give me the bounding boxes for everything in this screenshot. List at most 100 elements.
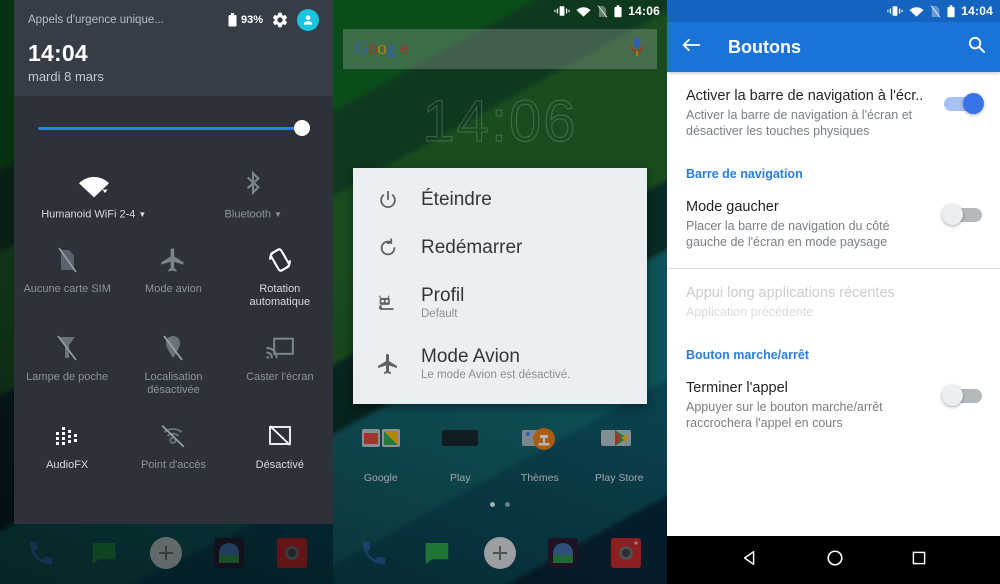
toggle-end-call[interactable] [942, 385, 984, 407]
tile-label: Mode avion [145, 283, 202, 296]
right-panel-settings: 14:04 Boutons Activer la barre de naviga… [667, 0, 1000, 584]
pref-left-handed-mode[interactable]: Mode gaucher Placer la barre de navigati… [667, 183, 1000, 264]
pref-summary: Application précédente [686, 305, 814, 319]
user-avatar-icon[interactable] [297, 9, 319, 31]
chevron-down-icon: ▼ [138, 210, 147, 219]
toggle-left-handed-mode[interactable] [942, 204, 984, 226]
tile-auto-rotate[interactable]: Rotation automatique [227, 233, 333, 321]
auto-rotate-icon [266, 243, 294, 277]
app-bar: Boutons [667, 22, 1000, 72]
category-power-button: Bouton marche/arrêt [686, 348, 809, 362]
pref-long-press-recents: Appui long applications récentes Applica… [667, 269, 1000, 334]
wifi-icon [909, 5, 924, 17]
tile-flashlight[interactable]: Lampe de poche [14, 321, 120, 409]
tile-wifi[interactable]: Humanoid WiFi 2-4 ▼ [14, 158, 174, 233]
tile-label: Désactivé [255, 459, 304, 472]
quick-settings-tiles: Humanoid WiFi 2-4 ▼ Bluetooth ▼ Aucune c… [14, 154, 333, 484]
tile-cast[interactable]: Caster l'écran [227, 321, 333, 409]
nav-back-icon[interactable] [741, 549, 759, 572]
page-title: Boutons [728, 36, 801, 57]
item-title: Mode Avion [421, 346, 520, 367]
tile-label: AudioFX [46, 459, 89, 472]
status-bar: 14:06 [333, 0, 667, 22]
sync-off-icon [267, 419, 293, 453]
pref-end-call[interactable]: Terminer l'appel Appuyer sur le bouton m… [667, 364, 1000, 445]
bluetooth-icon [240, 168, 266, 202]
power-menu-item-profile[interactable]: Profil Default [353, 272, 647, 333]
location-off-icon [161, 331, 185, 365]
wifi-icon [78, 168, 110, 202]
no-sim-icon [55, 243, 79, 277]
tile-label: Caster l'écran [246, 371, 314, 384]
brightness-slider[interactable] [38, 120, 310, 136]
tile-audiofx[interactable]: AudioFX [14, 409, 120, 484]
switch-knob [942, 385, 963, 406]
tile-bluetooth[interactable]: Bluetooth ▼ [174, 158, 334, 233]
toggle-enable-navbar[interactable] [942, 93, 984, 115]
power-menu-dialog: Éteindre Redémarrer Profil Default Mode … [353, 168, 647, 404]
shade-date: mardi 8 mars [28, 69, 104, 84]
slider-thumb[interactable] [294, 120, 310, 136]
cyanogenmod-icon [375, 292, 401, 314]
tile-airplane[interactable]: Mode avion [120, 233, 226, 321]
restart-icon [375, 237, 401, 259]
back-arrow-icon[interactable] [681, 36, 702, 59]
tile-label: Point d'accès [140, 459, 207, 472]
flashlight-off-icon [56, 331, 78, 365]
shade-header: Appels d'urgence unique... 93% 14:04 mar… [14, 0, 333, 96]
pref-title: Terminer l'appel [686, 380, 788, 396]
no-sim-icon [597, 4, 608, 18]
tile-label: Localisation désactivée [144, 371, 203, 397]
battery-percent: 93% [240, 14, 263, 26]
tile-row: AudioFX Point d'accès Désactivé [14, 409, 333, 484]
tile-label: Bluetooth ▼ [224, 208, 282, 221]
left-panel-quick-settings: Appels d'urgence unique... 93% 14:04 mar… [0, 0, 333, 584]
tile-row: Lampe de poche Localisation désactivée C… [14, 321, 333, 409]
tile-location[interactable]: Localisation désactivée [120, 321, 226, 409]
carrier-label: Appels d'urgence unique... [28, 14, 164, 26]
vibrate-icon [887, 5, 903, 17]
nav-home-icon[interactable] [826, 549, 844, 572]
tile-no-sim[interactable]: Aucune carte SIM [14, 233, 120, 321]
search-icon[interactable] [967, 35, 986, 59]
status-bar: 14:04 [667, 0, 1000, 22]
tile-row: Aucune carte SIM Mode avion Rotation aut… [14, 233, 333, 321]
status-time: 14:06 [628, 4, 660, 18]
tile-row: Humanoid WiFi 2-4 ▼ Bluetooth ▼ [14, 158, 333, 233]
item-subtitle: Le mode Avion est désactivé. [421, 369, 571, 381]
wifi-icon [576, 5, 591, 17]
category-navigation-bar: Barre de navigation [686, 167, 803, 181]
pref-title: Appui long applications récentes [686, 285, 895, 301]
power-icon [375, 189, 401, 211]
tile-sync[interactable]: Désactivé [227, 409, 333, 484]
nav-recents-icon[interactable] [911, 550, 927, 571]
pref-summary: Placer la barre de navigation du côté ga… [686, 219, 890, 249]
quick-settings-shade: Appels d'urgence unique... 93% 14:04 mar… [14, 0, 333, 524]
cast-icon [265, 331, 294, 365]
no-sim-icon [930, 4, 941, 18]
airplane-icon [375, 352, 401, 376]
gear-icon[interactable] [271, 11, 289, 29]
hotspot-off-icon [159, 419, 187, 453]
brightness-row [14, 96, 333, 154]
three-panel-screenshot: Appels d'urgence unique... 93% 14:04 mar… [0, 0, 1000, 584]
item-title: Redémarrer [421, 237, 523, 258]
navigation-bar [667, 536, 1000, 584]
mid-panel-home-screen: 14:06 Google 14:06 Google Play Thèmes Pl… [333, 0, 667, 584]
power-menu-item-airplane[interactable]: Mode Avion Le mode Avion est désactivé. [353, 333, 647, 394]
power-menu-item-shutdown[interactable]: Éteindre [353, 176, 647, 224]
battery-icon [614, 4, 622, 18]
battery-icon [228, 13, 237, 27]
pref-summary: Appuyer sur le bouton marche/arrêt raccr… [686, 400, 883, 430]
chevron-down-icon: ▼ [274, 210, 282, 219]
settings-screen: 14:04 Boutons Activer la barre de naviga… [667, 0, 1000, 584]
vibrate-icon [554, 5, 570, 17]
equalizer-icon [54, 419, 80, 453]
pref-enable-navbar[interactable]: Activer la barre de navigation à l'écr..… [667, 72, 1000, 153]
tile-hotspot[interactable]: Point d'accès [120, 409, 226, 484]
settings-list: Activer la barre de navigation à l'écr..… [667, 72, 1000, 445]
pref-summary: Activer la barre de navigation à l'écran… [686, 108, 913, 138]
tile-label: Aucune carte SIM [23, 283, 111, 296]
power-menu-item-restart[interactable]: Redémarrer [353, 224, 647, 272]
status-time: 14:04 [961, 4, 993, 18]
